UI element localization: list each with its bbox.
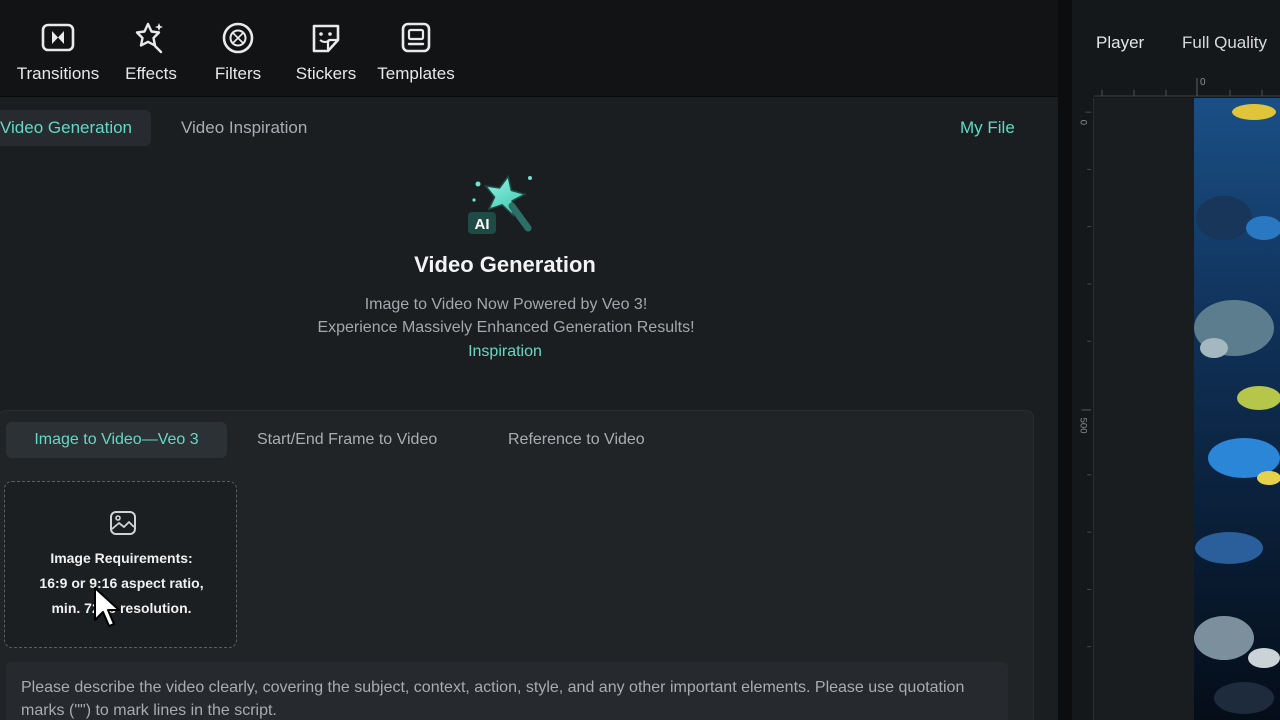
templates-icon — [401, 22, 431, 53]
requirements-line: 16:9 or 9:16 aspect ratio, — [39, 575, 204, 591]
filters-icon — [222, 22, 254, 54]
page-title: Video Generation — [414, 252, 596, 277]
player-title: Player — [1096, 33, 1145, 52]
toolbar-label: Effects — [125, 64, 177, 83]
inspiration-link[interactable]: Inspiration — [0, 343, 1010, 361]
top-toolbar: Transitions Effects Filters Stickers Tem… — [0, 0, 1058, 97]
toolbar-label: Stickers — [295, 64, 357, 83]
hero-subtitle-1: Image to Video Now Powered by Veo 3! — [364, 296, 648, 313]
image-requirements: Image Requirements: 16:9 or 9:16 aspect … — [5, 546, 238, 621]
ruler-label: 0 — [1078, 120, 1089, 125]
ruler-horizontal: 0 — [1072, 74, 1280, 98]
ruler-vertical: 0 500 — [1072, 98, 1094, 720]
toolbar-effects[interactable]: Effects — [120, 20, 182, 90]
toolbar-stickers[interactable]: Stickers — [292, 20, 360, 90]
player-canvas-background — [1094, 98, 1194, 720]
tab-start-end-frame[interactable]: Start/End Frame to Video — [257, 422, 437, 458]
ruler-label: 0 — [1200, 77, 1206, 88]
image-upload-icon — [110, 511, 136, 535]
effects-icon — [135, 22, 163, 54]
toolbar-label: Filters — [214, 64, 262, 83]
ai-magic-star-icon: AI — [468, 174, 532, 234]
quality-dropdown[interactable]: Full Quality — [1182, 33, 1267, 53]
stickers-icon — [312, 24, 340, 53]
tab-image-to-video[interactable]: Image to Video—Veo 3 — [6, 422, 227, 458]
tab-video-inspiration[interactable]: Video Inspiration — [181, 110, 307, 146]
toolbar-templates[interactable]: Templates — [374, 20, 458, 90]
toolbar-label: Transitions — [16, 64, 100, 83]
ruler-label: 500 — [1078, 418, 1089, 434]
video-preview-image — [1194, 98, 1280, 720]
player-header: Player Full Quality — [1072, 10, 1280, 74]
requirements-line: Image Requirements: — [50, 550, 193, 566]
toolbar-filters[interactable]: Filters — [210, 20, 266, 90]
prompt-placeholder: Please describe the video clearly, cover… — [21, 679, 965, 719]
toolbar-transitions[interactable]: Transitions — [14, 20, 102, 90]
sub-tabs: Video Generation Video Inspiration — [0, 110, 1058, 146]
tab-video-generation[interactable]: Video Generation — [0, 110, 151, 146]
hero-subtitle-2: Experience Massively Enhanced Generation… — [317, 319, 695, 336]
player-panel: Player Full Quality 0 0 500 — [1072, 0, 1280, 720]
transitions-icon — [41, 23, 75, 52]
toolbar-label: Templates — [377, 64, 455, 83]
ai-panel: Transitions Effects Filters Stickers Tem… — [0, 0, 1058, 720]
my-file-link[interactable]: My File — [960, 110, 1015, 146]
prompt-input[interactable]: Please describe the video clearly, cover… — [6, 662, 1008, 720]
tab-reference-to-video[interactable]: Reference to Video — [508, 422, 645, 458]
mouse-cursor-icon — [94, 587, 120, 627]
requirements-line: min. 720p resolution. — [51, 600, 192, 616]
ai-badge-text: AI — [475, 216, 490, 233]
